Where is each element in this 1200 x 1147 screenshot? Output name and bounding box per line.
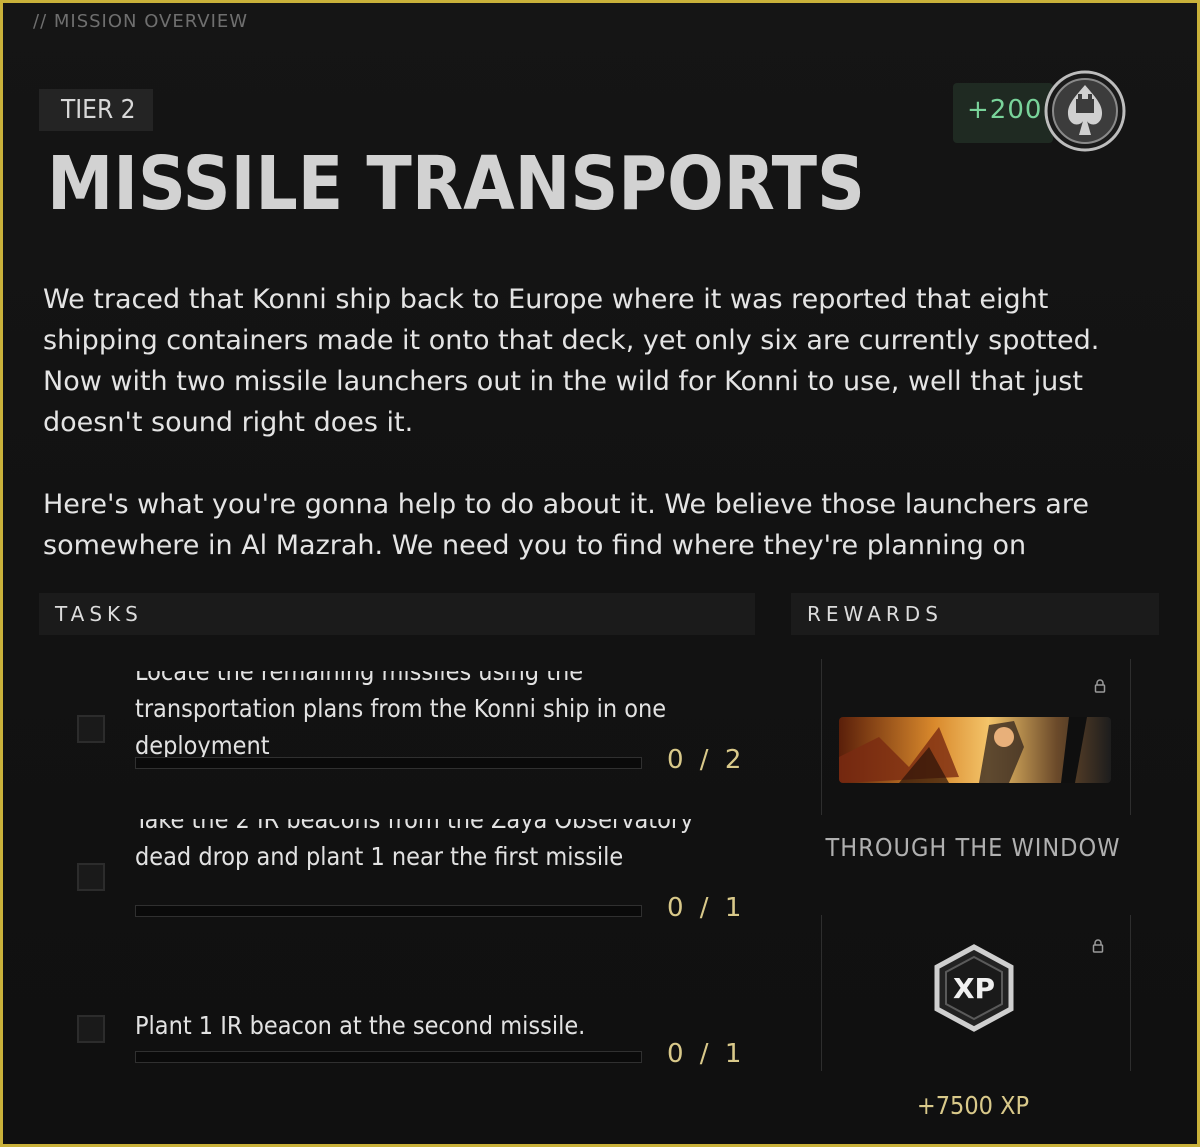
task-count: 0 / 1 (667, 1039, 746, 1069)
mission-overview-panel: // MISSION OVERVIEW TIER 2 +200 MISSILE … (0, 0, 1200, 1147)
description-paragraph: We traced that Konni ship back to Europe… (43, 284, 1100, 438)
task-count: 0 / 1 (667, 893, 746, 923)
task-text: Plant 1 IR beacon at the second missile. (135, 1011, 586, 1040)
xp-icon-label: XP (953, 972, 995, 1005)
tasks-header: TASKS (39, 593, 755, 635)
coin-icon (1044, 70, 1126, 152)
rewards-header: REWARDS (791, 593, 1159, 635)
task-text-viewport[interactable]: Plant 1 IR beacon at the second missile. (135, 1007, 715, 1047)
task-item[interactable]: Plant 1 IR beacon at the second missile.… (73, 1003, 753, 1083)
task-checkbox[interactable] (77, 1015, 105, 1043)
task-text: Take the 2 IR beacons from the Zaya Obse… (135, 819, 694, 871)
description-paragraph: Here's what you're gonna help to do abou… (43, 489, 1089, 561)
xp-amount: +7500 XP (916, 1091, 1030, 1120)
task-progress-bar (135, 757, 642, 769)
task-progress-bar (135, 1051, 642, 1063)
calling-card-name: THROUGH THE WINDOW (825, 833, 1121, 862)
task-text: Locate the remaining missiles using the … (135, 671, 667, 757)
task-text-viewport[interactable]: Locate the remaining missiles using the … (135, 671, 715, 757)
task-item[interactable]: Take the 2 IR beacons from the Zaya Obse… (73, 815, 753, 925)
tier-badge: TIER 2 (39, 89, 153, 131)
reward-points: +200 (967, 95, 1043, 125)
xp-icon: XP (934, 944, 1014, 1032)
task-text-viewport[interactable]: Take the 2 IR beacons from the Zaya Obse… (135, 819, 715, 905)
overview-label: // MISSION OVERVIEW (33, 11, 249, 32)
task-progress-bar (135, 905, 642, 917)
task-checkbox[interactable] (77, 863, 105, 891)
mission-description: We traced that Konni ship back to Europe… (43, 279, 1163, 607)
task-item[interactable]: Locate the remaining missiles using the … (73, 665, 753, 775)
lock-icon (1092, 939, 1104, 953)
calling-card-image (839, 717, 1111, 783)
mission-title: MISSILE TRANSPORTS (47, 141, 865, 227)
task-checkbox[interactable] (77, 715, 105, 743)
lock-icon (1094, 679, 1106, 693)
task-count: 0 / 2 (667, 745, 746, 775)
